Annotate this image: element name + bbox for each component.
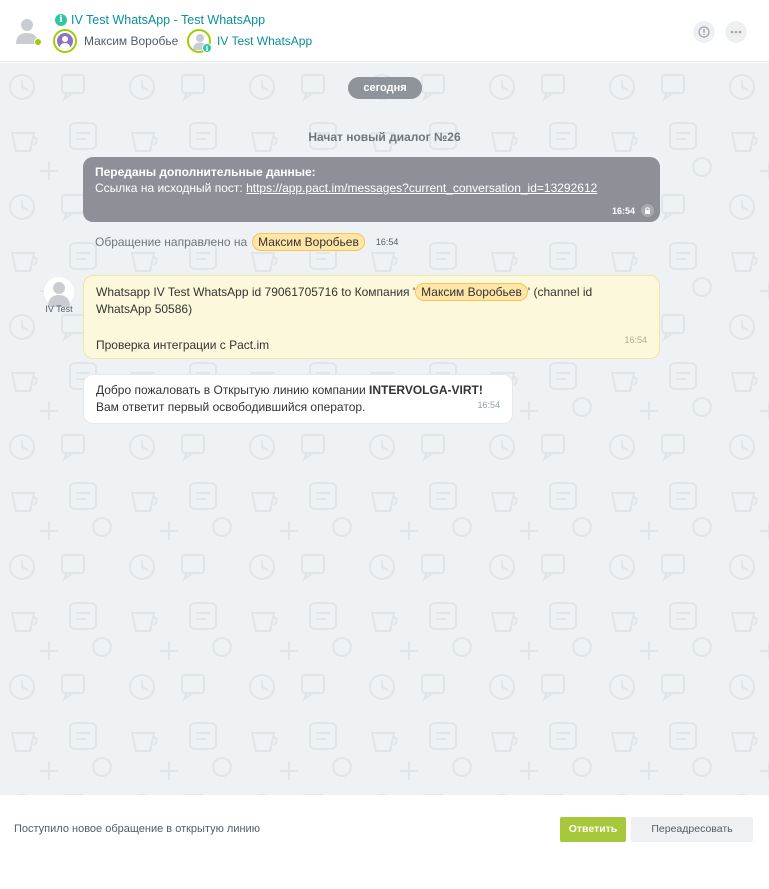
welcome-message: Добро пожаловать в Открытую линию компан… xyxy=(83,374,513,424)
incoming-message: Whatsapp IV Test WhatsApp id 79061705716… xyxy=(83,275,660,359)
lock-icon xyxy=(641,204,654,217)
message-text-line2: Проверка интеграции с Pact.im xyxy=(96,338,270,352)
message-time: 16:54 xyxy=(624,335,647,345)
routed-text: Обращение направлено на xyxy=(95,235,248,249)
redirect-button[interactable]: Переадресовать xyxy=(631,817,753,842)
user-icon xyxy=(57,33,73,49)
message-text: Whatsapp IV Test WhatsApp id 79061705716… xyxy=(96,283,647,318)
company-name: INTERVOLGA-VIRT! xyxy=(369,383,483,397)
user-mention[interactable]: Максим Воробьев xyxy=(252,233,365,251)
chat-area[interactable]: сегодня Начат новый диалог №26 Переданы … xyxy=(0,63,769,795)
message-time: 16:54 xyxy=(477,400,500,410)
user-mention[interactable]: Максим Воробьев xyxy=(415,283,528,301)
message-time: 16:54 xyxy=(375,237,399,247)
online-status-dot xyxy=(34,38,42,46)
info-icon: i xyxy=(202,43,212,53)
answer-button[interactable]: Ответить xyxy=(560,817,626,842)
chat-footer: Поступило новое обращение в открытую лин… xyxy=(0,795,769,889)
chat-title-row[interactable]: i IV Test WhatsApp - Test WhatsApp xyxy=(55,12,265,27)
chat-title[interactable]: IV Test WhatsApp - Test WhatsApp xyxy=(71,13,265,27)
operator-name[interactable]: Максим Воробьев xyxy=(84,34,178,48)
info-icon: i xyxy=(55,13,67,26)
source-post-link[interactable]: https://app.pact.im/messages?current_con… xyxy=(246,181,597,195)
welcome-prefix: Добро пожаловать в Открытую линию компан… xyxy=(96,383,370,397)
routed-notice: Обращение направлено на Максим Воробьев … xyxy=(95,233,398,251)
footer-status-text: Поступило новое обращение в открытую лин… xyxy=(14,823,260,835)
welcome-line2: Вам ответит первый освободившийся операт… xyxy=(96,400,366,414)
info-button[interactable] xyxy=(693,21,715,43)
system-message-body: Ссылка на исходный пост: https://app.pac… xyxy=(95,180,648,196)
new-dialog-notice: Начат новый диалог №26 xyxy=(308,130,461,144)
message-time: 16:54 xyxy=(611,206,635,216)
exclamation-icon xyxy=(698,26,710,38)
system-message-title: Переданы дополнительные данные: xyxy=(95,165,316,179)
operator-avatar[interactable] xyxy=(53,29,77,53)
bot-avatar[interactable] xyxy=(44,277,74,307)
participants-row: Максим Воробьев i IV Test WhatsApp xyxy=(53,29,312,53)
chat-header: i IV Test WhatsApp - Test WhatsApp Макси… xyxy=(0,0,769,62)
welcome-line1: Добро пожаловать в Открытую линию компан… xyxy=(96,382,500,399)
date-separator: сегодня xyxy=(348,77,422,99)
bot-name: IV Test xyxy=(45,304,73,314)
channel-avatar[interactable]: i xyxy=(187,29,212,53)
link-prefix: Ссылка на исходный пост: xyxy=(95,181,247,195)
more-dots-icon xyxy=(730,30,742,34)
client-avatar[interactable] xyxy=(16,18,42,46)
channel-name[interactable]: IV Test WhatsApp xyxy=(217,34,312,48)
more-button[interactable] xyxy=(725,21,747,43)
message-prefix: Whatsapp IV Test WhatsApp id 79061705716… xyxy=(96,285,416,299)
system-message: Переданы дополнительные данные: Ссылка н… xyxy=(83,157,660,222)
person-icon xyxy=(48,282,70,307)
